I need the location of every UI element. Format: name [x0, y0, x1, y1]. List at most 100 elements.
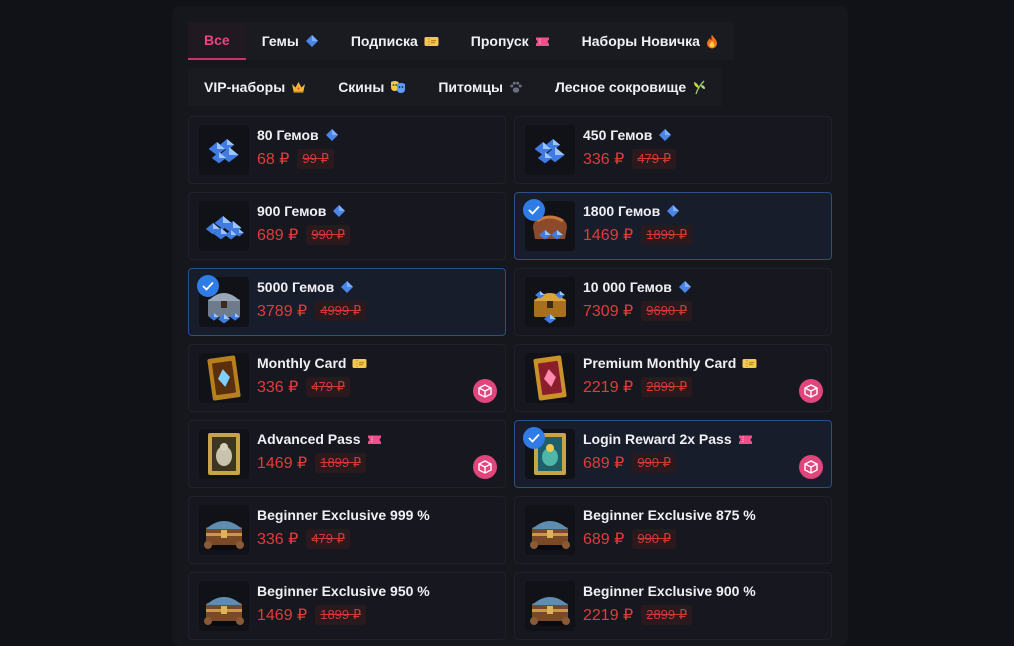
product-name: Beginner Exclusive 875 %	[583, 507, 756, 523]
product-thumbnail	[525, 277, 575, 327]
product-price: 336 ₽ 479 ₽	[583, 149, 676, 169]
product-price: 7309 ₽ 9690 ₽	[583, 301, 693, 321]
product-name: Beginner Exclusive 999 %	[257, 507, 430, 523]
gem-icon	[658, 128, 672, 142]
old-price: 990 ₽	[632, 453, 676, 473]
product-thumbnail	[199, 353, 249, 403]
current-price: 3789 ₽	[257, 303, 308, 320]
old-price: 2899 ₽	[641, 605, 693, 625]
check-icon	[523, 199, 545, 221]
product-price: 68 ₽ 99 ₽	[257, 149, 334, 169]
product-card[interactable]: 5000 Гемов 3789 ₽ 4999 ₽	[188, 268, 506, 336]
cube-icon[interactable]	[473, 379, 497, 403]
product-card[interactable]: Login Reward 2x Pass 689 ₽ 990 ₽	[514, 420, 832, 488]
tab-vip-наборы[interactable]: VIP-наборы	[188, 68, 323, 106]
product-name-text: Beginner Exclusive 875 %	[583, 507, 756, 523]
product-name-text: 80 Гемов	[257, 127, 319, 143]
old-price: 1899 ₽	[641, 225, 693, 245]
category-tabs-row-1: Все Гемы Подписка Пропуск Наборы Новичка	[188, 22, 734, 60]
product-name: Monthly Card	[257, 355, 367, 371]
gem-icon	[666, 204, 680, 218]
product-card[interactable]: 900 Гемов 689 ₽ 990 ₽	[188, 192, 506, 260]
tab-гемы[interactable]: Гемы	[245, 22, 335, 60]
product-card[interactable]: Beginner Exclusive 900 % 2219 ₽ 2899 ₽	[514, 572, 832, 640]
product-name: 900 Гемов	[257, 203, 346, 219]
product-name-text: Beginner Exclusive 900 %	[583, 583, 756, 599]
tab-label: Скины	[338, 79, 385, 95]
product-name: 1800 Гемов	[583, 203, 680, 219]
tab-наборы-новичка[interactable]: Наборы Новичка	[565, 22, 734, 60]
fire-icon	[706, 34, 718, 49]
category-tabs-row-2: VIP-наборы Скины Питомцы Лесное сокровище	[188, 68, 723, 106]
product-name: Advanced Pass	[257, 431, 382, 447]
product-card[interactable]: Beginner Exclusive 999 % 336 ₽ 479 ₽	[188, 496, 506, 564]
cube-icon[interactable]	[799, 379, 823, 403]
product-name-text: Login Reward 2x Pass	[583, 431, 732, 447]
tab-все[interactable]: Все	[188, 22, 246, 60]
product-thumbnail	[525, 353, 575, 403]
old-price: 990 ₽	[632, 529, 676, 549]
product-name-text: 10 000 Гемов	[583, 279, 672, 295]
old-price: 1899 ₽	[315, 605, 367, 625]
product-card[interactable]: Beginner Exclusive 875 % 689 ₽ 990 ₽	[514, 496, 832, 564]
tab-подписка[interactable]: Подписка	[334, 22, 455, 60]
tab-пропуск[interactable]: Пропуск	[454, 22, 566, 60]
product-name-text: 5000 Гемов	[257, 279, 335, 295]
old-price: 479 ₽	[306, 529, 350, 549]
product-name: Beginner Exclusive 950 %	[257, 583, 430, 599]
tab-лесное-сокровище[interactable]: Лесное сокровище	[538, 68, 723, 106]
product-price: 336 ₽ 479 ₽	[257, 529, 350, 549]
product-name: 10 000 Гемов	[583, 279, 692, 295]
product-price: 3789 ₽ 4999 ₽	[257, 301, 367, 321]
product-card[interactable]: Premium Monthly Card 2219 ₽ 2899 ₽	[514, 344, 832, 412]
product-name: 80 Гемов	[257, 127, 339, 143]
gem-icon	[340, 280, 354, 294]
product-name-text: Premium Monthly Card	[583, 355, 737, 371]
gem-icon	[332, 204, 346, 218]
product-thumbnail	[525, 125, 575, 175]
current-price: 689 ₽	[583, 531, 625, 548]
tab-label: Питомцы	[438, 79, 503, 95]
old-price: 2899 ₽	[641, 377, 693, 397]
current-price: 336 ₽	[583, 151, 625, 168]
tab-label: Подписка	[350, 33, 418, 49]
product-name: Beginner Exclusive 900 %	[583, 583, 756, 599]
product-price: 336 ₽ 479 ₽	[257, 377, 350, 397]
cube-icon[interactable]	[473, 455, 497, 479]
current-price: 2219 ₽	[583, 379, 634, 396]
tab-питомцы[interactable]: Питомцы	[422, 68, 539, 106]
current-price: 689 ₽	[257, 227, 299, 244]
tab-скины[interactable]: Скины	[322, 68, 423, 106]
product-price: 689 ₽ 990 ₽	[583, 529, 676, 549]
product-name-text: Beginner Exclusive 950 %	[257, 583, 430, 599]
product-price: 1469 ₽ 1899 ₽	[257, 453, 367, 473]
product-price: 2219 ₽ 2899 ₽	[583, 377, 693, 397]
product-price: 689 ₽ 990 ₽	[583, 453, 676, 473]
old-price: 1899 ₽	[315, 453, 367, 473]
old-price: 99 ₽	[297, 149, 334, 169]
product-name-text: Beginner Exclusive 999 %	[257, 507, 430, 523]
product-card[interactable]: 1800 Гемов 1469 ₽ 1899 ₽	[514, 192, 832, 260]
tab-label: Наборы Новичка	[581, 33, 700, 49]
tab-label: Все	[204, 32, 230, 48]
product-card[interactable]: 10 000 Гемов 7309 ₽ 9690 ₽	[514, 268, 832, 336]
product-card[interactable]: 450 Гемов 336 ₽ 479 ₽	[514, 116, 832, 184]
check-icon	[523, 427, 545, 449]
masks-icon	[390, 80, 406, 94]
product-card[interactable]: Beginner Exclusive 950 % 1469 ₽ 1899 ₽	[188, 572, 506, 640]
current-price: 2219 ₽	[583, 607, 634, 624]
product-name: Premium Monthly Card	[583, 355, 757, 371]
ticket-icon	[424, 36, 439, 47]
pass-icon	[535, 36, 550, 47]
product-card[interactable]: Advanced Pass 1469 ₽ 1899 ₽	[188, 420, 506, 488]
product-card[interactable]: 80 Гемов 68 ₽ 99 ₽	[188, 116, 506, 184]
tab-label: Гемы	[261, 33, 299, 49]
product-name-text: 450 Гемов	[583, 127, 653, 143]
leaf-icon	[692, 79, 706, 95]
old-price: 9690 ₽	[641, 301, 693, 321]
gem-icon	[325, 128, 339, 142]
product-card[interactable]: Monthly Card 336 ₽ 479 ₽	[188, 344, 506, 412]
product-thumbnail	[199, 429, 249, 479]
current-price: 1469 ₽	[257, 607, 308, 624]
cube-icon[interactable]	[799, 455, 823, 479]
